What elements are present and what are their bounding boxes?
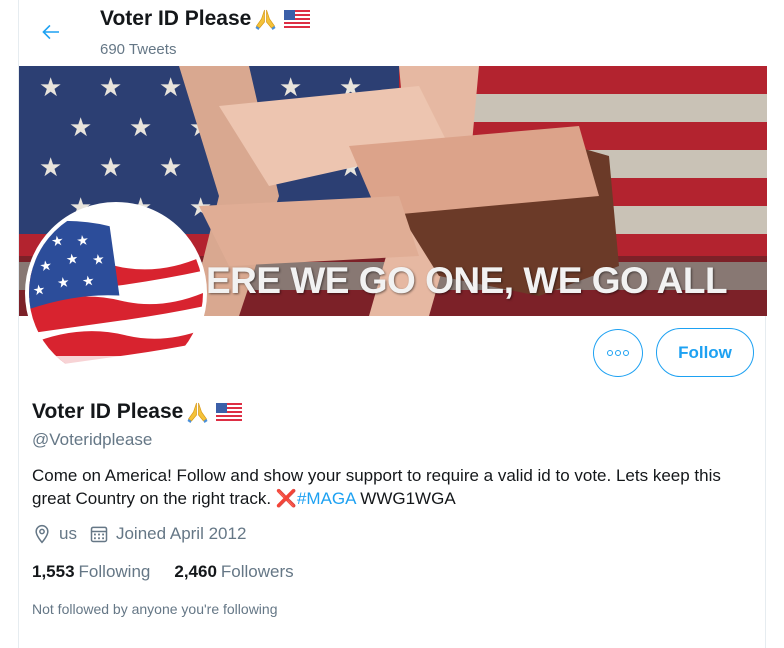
profile-name: Voter ID Please [32,400,243,424]
svg-text:★: ★ [159,152,182,182]
profile-name-text: Voter ID Please [32,400,184,423]
svg-text:★: ★ [32,281,47,299]
us-flag-emoji [284,10,311,28]
tweet-count: 690 Tweets [100,41,177,58]
profile-bio: Come on America! Follow and show your su… [32,464,732,510]
us-flag-emoji [216,403,243,421]
join-date-text: Joined April 2012 [115,524,247,543]
location-pin-icon [35,524,49,544]
avatar-flag-image: ★★★ ★★★ ★★★ [29,206,203,380]
praying-hands-emoji [187,402,208,423]
svg-text:★: ★ [50,232,65,250]
header-title: Voter ID Please [100,7,311,31]
svg-text:★: ★ [159,72,182,102]
followers-count: 2,460 [174,562,217,581]
banner-slogan: ERE WE GO ONE, WE GO ALL [206,260,728,301]
svg-text:★: ★ [38,257,53,275]
profile-handle: @Voteridplease [32,430,153,449]
more-dot [623,350,629,356]
location: us [32,524,77,544]
svg-text:★: ★ [75,231,90,249]
top-header: Voter ID Please 690 Tweets [19,0,767,66]
follow-button[interactable]: Follow [656,328,754,377]
hashtag-link[interactable]: #MAGA [297,489,356,508]
svg-text:★: ★ [91,250,106,268]
back-arrow-icon [42,24,59,40]
svg-text:★: ★ [39,152,62,182]
follow-stats: 1,553 Following 2,460 Followers [32,562,318,582]
location-text: us [59,524,77,543]
svg-text:★: ★ [99,152,122,182]
more-dot [615,350,621,356]
praying-hands-emoji [255,9,276,30]
followers-link[interactable]: 2,460 Followers [174,562,293,582]
profile-column: Voter ID Please 690 Tweets ★ ★ ★ ★ ★ ★ ★… [18,0,767,648]
avatar[interactable]: ★★★ ★★★ ★★★ [25,202,207,384]
not-followed-notice: Not followed by anyone you're following [32,601,278,617]
svg-text:★: ★ [39,72,62,102]
svg-text:★: ★ [99,72,122,102]
svg-text:★: ★ [56,273,71,291]
following-label: Following [78,562,151,581]
more-dots-icon [607,350,613,356]
svg-text:★: ★ [65,250,80,268]
header-name-text: Voter ID Please [100,7,252,30]
join-date: Joined April 2012 [89,524,246,544]
cross-mark-emoji: ❌ [275,489,297,508]
svg-text:★: ★ [69,112,92,142]
profile-meta: us Joined April 2012 [32,524,258,544]
calendar-icon [90,526,108,543]
following-count: 1,553 [32,562,75,581]
bio-tail: WWG1WGA [355,489,456,508]
svg-text:★: ★ [129,112,152,142]
followers-label: Followers [220,562,294,581]
svg-text:★: ★ [81,272,96,290]
back-button[interactable] [31,14,71,50]
svg-text:★: ★ [279,72,302,102]
more-options-button[interactable] [593,329,643,377]
following-link[interactable]: 1,553 Following [32,562,150,582]
